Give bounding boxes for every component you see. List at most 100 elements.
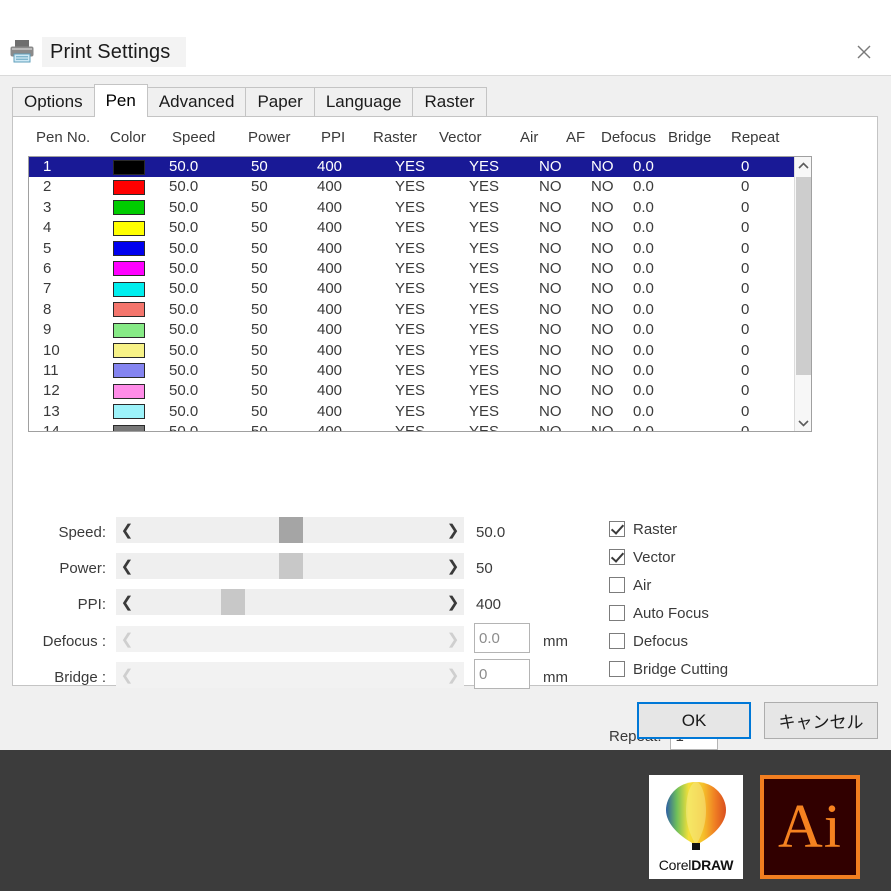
slider-track[interactable]: ❮ ❯ — [116, 553, 464, 579]
pen-color-swatch[interactable] — [113, 424, 145, 431]
printer-icon — [8, 38, 36, 64]
checkbox-box[interactable] — [609, 577, 625, 593]
slider-label: Power: — [59, 560, 106, 577]
slider-decrement-icon[interactable]: ❮ — [116, 553, 138, 579]
scrollbar-thumb[interactable] — [796, 177, 811, 375]
slider-track[interactable]: ❮ ❯ — [116, 517, 464, 543]
pen-color-swatch[interactable] — [113, 281, 145, 297]
pen-table[interactable]: 1 50.0 50 400 YES YES NO NO 0.0 0 2 50.0 50 400 YES YES… — [28, 156, 812, 432]
cancel-button[interactable]: キャンセル — [764, 702, 878, 739]
unit-label: mm — [543, 633, 568, 650]
column-header-penno: Pen No. — [36, 129, 91, 146]
table-row[interactable]: 14 50.0 50 400 YES YES NO NO 0.0 0 — [29, 422, 794, 431]
checkbox-auto-focus[interactable]: Auto Focus — [609, 599, 728, 627]
column-header-raster: Raster — [373, 129, 418, 146]
table-row[interactable]: 8 50.0 50 400 YES YES NO NO 0.0 0 — [29, 300, 794, 320]
slider-track[interactable]: ❮ ❯ — [116, 626, 464, 652]
slider-thumb[interactable] — [220, 589, 245, 615]
slider-decrement-icon[interactable]: ❮ — [116, 517, 138, 543]
checkbox-label: Bridge Cutting — [633, 660, 729, 678]
tab-advanced[interactable]: Advanced — [146, 87, 247, 116]
cell-raster: YES — [395, 280, 426, 298]
slider-decrement-icon[interactable]: ❮ — [116, 626, 138, 652]
table-row[interactable]: 12 50.0 50 400 YES YES NO NO 0.0 0 — [29, 381, 794, 401]
pen-color-swatch[interactable] — [113, 179, 145, 195]
slider-decrement-icon[interactable]: ❮ — [116, 589, 138, 615]
cell-af: NO — [591, 382, 614, 400]
slider-value: 400 — [476, 596, 502, 613]
cell-air: NO — [539, 178, 562, 196]
pen-color-swatch[interactable] — [113, 302, 145, 318]
slider-thumb[interactable] — [279, 553, 303, 579]
pen-table-scrollbar[interactable] — [794, 157, 811, 431]
cell-air: NO — [539, 321, 562, 339]
slider-track[interactable]: ❮ ❯ — [116, 589, 464, 615]
slider-increment-icon[interactable]: ❯ — [442, 553, 464, 579]
checkbox-box[interactable] — [609, 521, 625, 537]
table-row[interactable]: 5 50.0 50 400 YES YES NO NO 0.0 0 — [29, 239, 794, 259]
cell-ppi: 400 — [317, 382, 343, 400]
pen-color-swatch[interactable] — [113, 383, 145, 399]
table-row[interactable]: 10 50.0 50 400 YES YES NO NO 0.0 0 — [29, 341, 794, 361]
illustrator-label: Ai — [778, 793, 842, 861]
table-row[interactable]: 13 50.0 50 400 YES YES NO NO 0.0 0 — [29, 402, 794, 422]
slider-increment-icon[interactable]: ❯ — [442, 662, 464, 688]
table-row[interactable]: 9 50.0 50 400 YES YES NO NO 0.0 0 — [29, 320, 794, 340]
pen-color-swatch[interactable] — [113, 404, 145, 420]
chevron-up-icon[interactable] — [795, 157, 811, 174]
checkbox-air[interactable]: Air — [609, 571, 728, 599]
column-header-ppi: PPI — [321, 129, 346, 146]
pen-color-swatch[interactable] — [113, 261, 145, 277]
pen-color-swatch[interactable] — [113, 343, 145, 359]
pen-color-swatch[interactable] — [113, 241, 145, 257]
tab-raster[interactable]: Raster — [412, 87, 487, 116]
slider-increment-icon[interactable]: ❯ — [442, 517, 464, 543]
checkbox-vector[interactable]: Vector — [609, 543, 728, 571]
checkbox-label: Air — [633, 576, 652, 594]
table-row[interactable]: 11 50.0 50 400 YES YES NO NO 0.0 0 — [29, 361, 794, 381]
tab-language[interactable]: Language — [313, 87, 414, 116]
illustrator-icon[interactable]: Ai — [760, 775, 860, 879]
coreldraw-icon[interactable]: CorelDRAW — [649, 775, 743, 879]
pen-color-swatch[interactable] — [113, 363, 145, 379]
numeric-input[interactable]: 0 — [474, 659, 530, 689]
table-row[interactable]: 4 50.0 50 400 YES YES NO NO 0.0 0 — [29, 218, 794, 238]
checkbox-box[interactable] — [609, 549, 625, 565]
numeric-input[interactable]: 0.0 — [474, 623, 530, 653]
table-row[interactable]: 1 50.0 50 400 YES YES NO NO 0.0 0 — [29, 157, 794, 178]
ok-button[interactable]: OK — [637, 702, 751, 739]
cell-raster: YES — [395, 219, 426, 237]
print-settings-dialog: Options Pen Advanced Paper Language Raster Pe… — [0, 75, 891, 750]
cell-air: NO — [539, 219, 562, 237]
cell-af: NO — [591, 198, 614, 216]
pen-color-swatch[interactable] — [113, 200, 145, 216]
checkbox-box[interactable] — [609, 661, 625, 677]
slider-track[interactable]: ❮ ❯ — [116, 662, 464, 688]
slider-decrement-icon[interactable]: ❮ — [116, 662, 138, 688]
checkbox-defocus[interactable]: Defocus — [609, 627, 728, 655]
tab-label: Paper — [257, 92, 303, 111]
tab-options[interactable]: Options — [12, 87, 95, 116]
slider-thumb[interactable] — [279, 517, 303, 543]
tab-pen[interactable]: Pen — [93, 84, 148, 117]
table-row[interactable]: 3 50.0 50 400 YES YES NO NO 0.0 0 — [29, 198, 794, 218]
slider-row-speed: Speed: ❮ ❯ 50.0 — [28, 515, 588, 551]
chevron-down-icon[interactable] — [795, 414, 811, 431]
pen-color-swatch[interactable] — [113, 322, 145, 338]
slider-increment-icon[interactable]: ❯ — [442, 589, 464, 615]
cell-ppi: 400 — [317, 259, 343, 277]
pen-color-swatch[interactable] — [113, 159, 145, 175]
checkbox-bridge-cutting[interactable]: Bridge Cutting — [609, 655, 728, 683]
tab-paper[interactable]: Paper — [245, 87, 315, 116]
table-row[interactable]: 2 50.0 50 400 YES YES NO NO 0.0 0 — [29, 177, 794, 197]
checkbox-raster[interactable]: Raster — [609, 515, 728, 543]
table-row[interactable]: 7 50.0 50 400 YES YES NO NO 0.0 0 — [29, 279, 794, 299]
cell-pen: 1 — [43, 158, 52, 175]
table-row[interactable]: 6 50.0 50 400 YES YES NO NO 0.0 0 — [29, 259, 794, 279]
column-header-vector: Vector — [439, 129, 482, 146]
slider-increment-icon[interactable]: ❯ — [442, 626, 464, 652]
checkbox-box[interactable] — [609, 605, 625, 621]
pen-color-swatch[interactable] — [113, 220, 145, 236]
checkbox-box[interactable] — [609, 633, 625, 649]
close-icon[interactable] — [845, 36, 883, 68]
